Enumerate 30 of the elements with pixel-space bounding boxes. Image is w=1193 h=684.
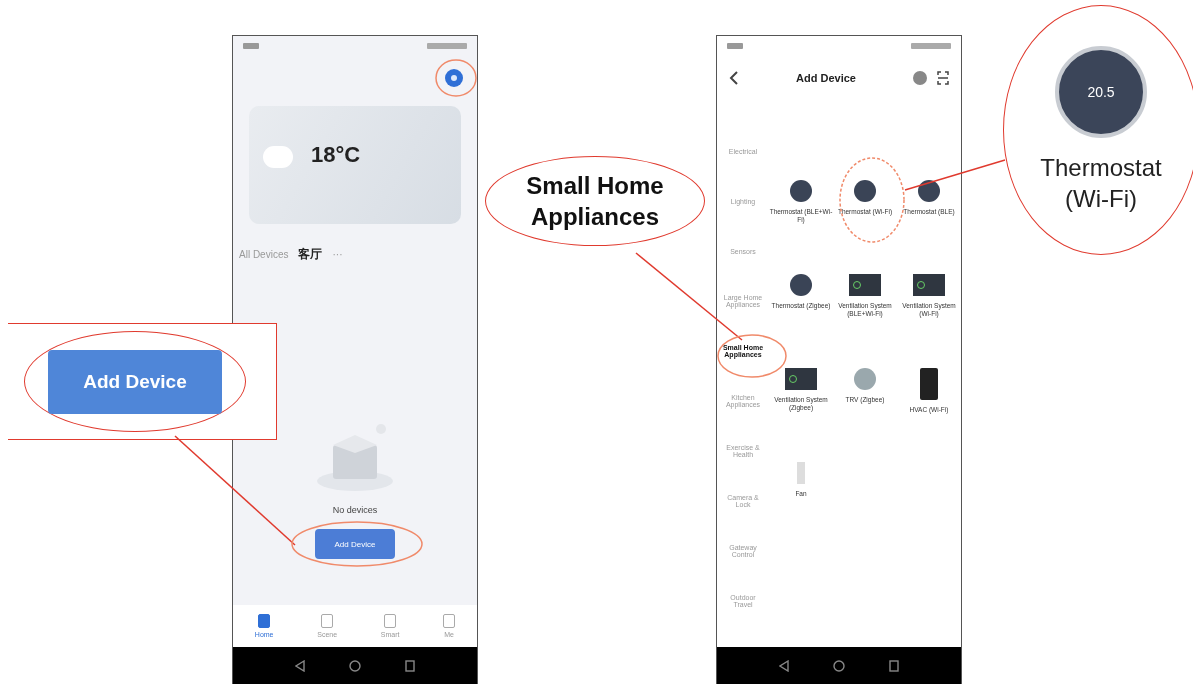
back-icon[interactable] <box>779 659 789 672</box>
device-tab[interactable]: All Devices <box>239 249 289 260</box>
add-device-button[interactable]: Add Device <box>315 529 395 559</box>
home-icon[interactable] <box>833 659 845 672</box>
thermostat-icon[interactable] <box>918 180 940 202</box>
recent-apps-icon[interactable] <box>889 659 899 672</box>
thermostat-icon[interactable] <box>790 180 812 202</box>
scan-icon[interactable] <box>937 71 949 85</box>
screen-title: Add Device <box>795 72 857 84</box>
add-icon[interactable] <box>445 69 463 87</box>
thermostat-icon[interactable] <box>854 180 876 202</box>
callout-text: Thermostat (Wi-Fi) <box>1039 152 1163 214</box>
empty-state-text: No devices <box>332 505 378 515</box>
device-tab[interactable]: 客厅 <box>298 246 323 263</box>
control-panel-icon[interactable] <box>913 274 945 296</box>
control-panel-icon[interactable] <box>785 368 817 390</box>
highlight-ellipse <box>717 334 787 378</box>
back-icon[interactable] <box>295 659 305 672</box>
temperature-text: 18°C <box>311 142 361 168</box>
more-button[interactable]: ··· <box>332 249 343 260</box>
highlight-ellipse <box>435 59 477 97</box>
thermostat-dial: 20.5 <box>1055 45 1147 138</box>
cloud-icon <box>263 146 293 168</box>
recent-apps-icon[interactable] <box>405 659 415 672</box>
home-icon[interactable] <box>349 659 361 672</box>
callout-text: Small Home Appliances <box>525 170 665 232</box>
thermostat-icon[interactable] <box>790 274 812 296</box>
control-panel-icon[interactable] <box>849 274 881 296</box>
back-icon[interactable] <box>729 71 739 85</box>
add-device-button[interactable]: Add Device <box>48 350 222 414</box>
